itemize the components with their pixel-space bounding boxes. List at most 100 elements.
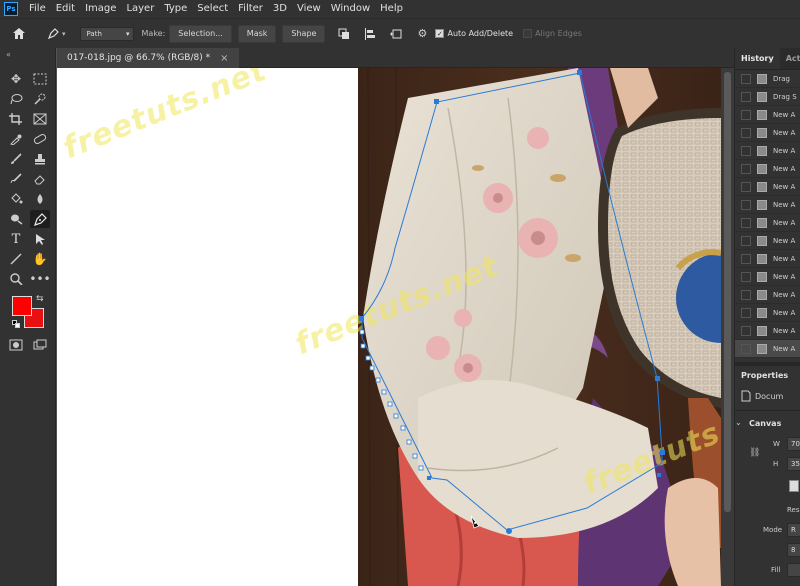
blur-tool-icon[interactable] (30, 190, 50, 208)
pen-mode-select[interactable]: Path ▾ (79, 26, 134, 41)
menu-help[interactable]: Help (375, 0, 408, 18)
history-item[interactable]: New A (735, 124, 800, 142)
zoom-tool-icon[interactable] (6, 270, 26, 288)
history-checkbox[interactable] (741, 73, 751, 84)
menu-file[interactable]: File (24, 0, 51, 18)
path-alignment-icon[interactable] (363, 27, 377, 41)
history-brush-tool-icon[interactable] (6, 170, 26, 188)
menu-layer[interactable]: Layer (121, 0, 159, 18)
document-tab[interactable]: 017-018.jpg @ 66.7% (RGB/8) * × (57, 48, 239, 68)
history-item[interactable]: New A (735, 304, 800, 322)
pen-path-overlay[interactable] (57, 68, 721, 586)
menu-3d[interactable]: 3D (268, 0, 292, 18)
history-checkbox[interactable] (741, 181, 751, 192)
history-checkbox[interactable] (741, 325, 751, 336)
history-item[interactable]: New A (735, 268, 800, 286)
clone-stamp-tool-icon[interactable] (30, 150, 50, 168)
eraser-tool-icon[interactable] (30, 170, 50, 188)
align-edges-checkbox[interactable] (523, 29, 533, 38)
history-checkbox[interactable] (741, 109, 751, 120)
quick-selection-tool-icon[interactable] (30, 90, 50, 108)
history-checkbox[interactable] (741, 253, 751, 264)
brush-tool-icon[interactable] (6, 150, 26, 168)
history-checkbox[interactable] (741, 199, 751, 210)
history-checkbox[interactable] (741, 145, 751, 156)
screen-mode-icon[interactable] (30, 336, 50, 354)
more-tools-icon[interactable]: ••• (29, 270, 50, 288)
menu-window[interactable]: Window (326, 0, 375, 18)
home-icon[interactable] (12, 27, 26, 41)
menu-image[interactable]: Image (80, 0, 121, 18)
quick-mask-icon[interactable] (6, 336, 26, 354)
history-list[interactable]: Drag Drag S New A New A New A New A New … (735, 70, 800, 362)
preset-chevron-down-icon[interactable]: ▾ (62, 30, 66, 38)
photoshop-logo-icon[interactable]: Ps (4, 2, 18, 16)
history-checkbox[interactable] (741, 271, 751, 282)
frame-tool-icon[interactable] (30, 110, 50, 128)
history-item[interactable]: Drag S (735, 88, 800, 106)
canvas-section-title[interactable]: Canvas (749, 419, 781, 428)
history-checkbox[interactable] (741, 307, 751, 318)
eyedropper-tool-icon[interactable] (6, 130, 26, 148)
make-mask-button[interactable]: Mask (237, 24, 277, 43)
history-checkbox[interactable] (741, 91, 751, 102)
auto-add-delete-checkbox[interactable]: ✓ (435, 29, 445, 38)
path-arrangement-icon[interactable] (389, 27, 403, 41)
properties-panel-title[interactable]: Properties (741, 371, 788, 380)
history-item[interactable]: New A (735, 142, 800, 160)
type-tool-icon[interactable]: T (6, 230, 26, 248)
menu-filter[interactable]: Filter (233, 0, 268, 18)
menu-edit[interactable]: Edit (51, 0, 80, 18)
history-item[interactable]: New A (735, 322, 800, 340)
history-checkbox[interactable] (741, 289, 751, 300)
history-item[interactable]: New A (735, 196, 800, 214)
foreground-color-swatch[interactable] (12, 296, 32, 316)
canvas-chevron-icon[interactable]: ⌄ (735, 418, 742, 427)
history-item[interactable]: New A (735, 160, 800, 178)
pen-tool-preset-icon[interactable] (46, 27, 60, 41)
menu-select[interactable]: Select (192, 0, 233, 18)
orientation-icon[interactable] (789, 480, 799, 492)
history-item[interactable]: New A (735, 250, 800, 268)
menu-type[interactable]: Type (159, 0, 192, 18)
history-checkbox[interactable] (741, 235, 751, 246)
history-item[interactable]: New A (735, 286, 800, 304)
history-item[interactable]: New A (735, 232, 800, 250)
make-selection-button[interactable]: Selection... (169, 24, 232, 43)
crop-tool-icon[interactable] (6, 110, 26, 128)
history-item[interactable]: New A (735, 214, 800, 232)
paint-bucket-tool-icon[interactable] (6, 190, 26, 208)
swap-colors-icon[interactable]: ⇆ (36, 294, 44, 304)
history-checkbox[interactable] (741, 163, 751, 174)
gear-icon[interactable]: ⚙ (415, 27, 429, 41)
vertical-scrollbar[interactable] (721, 68, 734, 586)
lasso-tool-icon[interactable] (6, 90, 26, 108)
tab-history[interactable]: History (735, 48, 780, 69)
healing-brush-tool-icon[interactable] (30, 130, 50, 148)
dodge-tool-icon[interactable] (6, 210, 26, 228)
make-shape-button[interactable]: Shape (282, 24, 326, 43)
move-tool-icon[interactable]: ✥ (6, 70, 26, 88)
history-checkbox[interactable] (741, 127, 751, 138)
pen-tool-icon[interactable] (30, 210, 50, 228)
line-tool-icon[interactable] (6, 250, 26, 268)
scrollbar-thumb[interactable] (724, 72, 731, 512)
tab-actions[interactable]: Actio (780, 48, 800, 69)
history-item[interactable]: New A (735, 106, 800, 124)
width-input[interactable]: 708 (787, 437, 800, 451)
history-checkbox[interactable] (741, 217, 751, 228)
mode-select[interactable]: R (787, 523, 800, 537)
default-colors-icon[interactable] (12, 320, 20, 328)
history-item[interactable]: New A (735, 178, 800, 196)
marquee-tool-icon[interactable] (30, 70, 50, 88)
collapse-toolbar-icon[interactable]: « (6, 50, 11, 59)
canvas[interactable]: freetuts.net freetuts.net freetuts.net (57, 68, 721, 586)
history-checkbox[interactable] (741, 343, 751, 354)
hand-tool-icon[interactable]: ✋ (30, 250, 50, 268)
fill-select[interactable] (787, 563, 800, 577)
history-item-current[interactable]: New A (735, 340, 800, 358)
path-selection-tool-icon[interactable] (30, 230, 50, 248)
height-input[interactable]: 354 (787, 457, 800, 471)
history-item[interactable]: Drag (735, 70, 800, 88)
bit-depth-select[interactable]: 8 (787, 543, 800, 557)
